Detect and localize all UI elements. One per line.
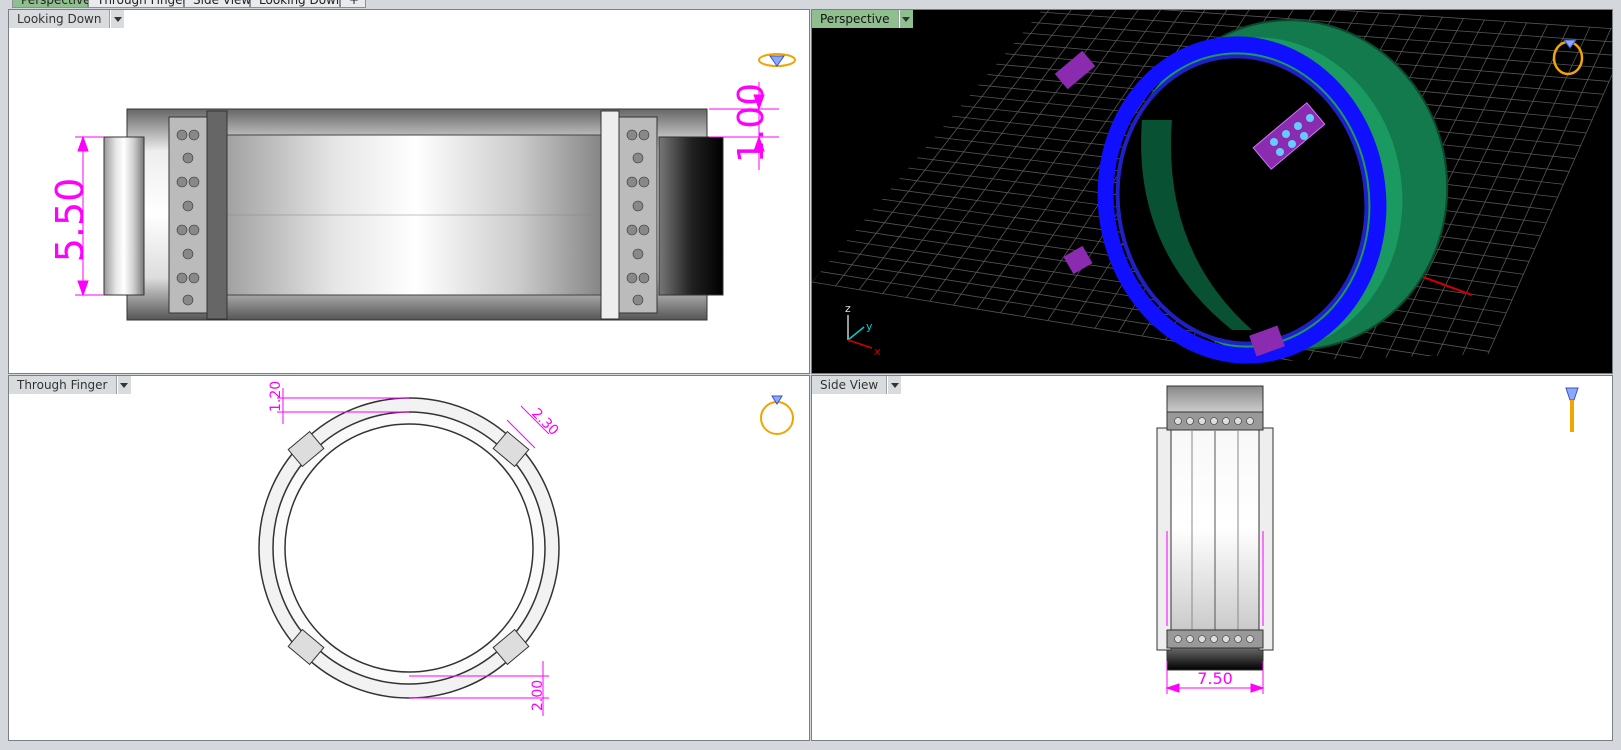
- ring-icon: [760, 395, 794, 435]
- dimension-7-50: 7.50: [1197, 669, 1233, 688]
- tab-through-finger[interactable]: Through Finger: [88, 0, 188, 8]
- ring-top-view: 5.50 1.00: [48, 53, 796, 321]
- viewport-looking-down[interactable]: Looking Down 5.50 1.00: [8, 9, 810, 374]
- svg-text:z: z: [845, 302, 851, 315]
- svg-text:x: x: [874, 345, 881, 358]
- ring-icon: [758, 53, 796, 67]
- viewport-perspective[interactable]: Perspective z y x: [811, 9, 1613, 374]
- viewport-side-view[interactable]: Side View 7.50: [811, 375, 1613, 741]
- dimension-5-50: 5.50: [48, 178, 92, 263]
- dimension-1-00: 1.00: [731, 83, 772, 163]
- tab-perspective[interactable]: Perspective: [12, 0, 91, 8]
- chevron-down-icon[interactable]: [116, 376, 131, 394]
- viewport-label-looking-down[interactable]: Looking Down: [9, 10, 125, 28]
- viewport-label-through-finger[interactable]: Through Finger: [9, 376, 131, 394]
- grid-line: [1448, 28, 1612, 373]
- grid-line: [1424, 26, 1591, 373]
- ring-front-view: 1.20 2.30 2.00: [258, 381, 794, 716]
- tab-add[interactable]: +: [340, 0, 366, 8]
- dimension-2-30: 2.30: [528, 406, 561, 439]
- svg-text:y: y: [866, 320, 873, 333]
- axis-triad-icon: z y x: [845, 302, 881, 358]
- ring-icon: [1552, 39, 1584, 76]
- viewport-tab-bar: Perspective Through Finger Side View Loo…: [0, 0, 1621, 9]
- viewport-label-perspective[interactable]: Perspective: [812, 10, 913, 28]
- ring-perspective-view: z y x: [812, 10, 1612, 373]
- dimension-2-00: 2.00: [530, 680, 546, 711]
- ring-icon: [1565, 387, 1579, 432]
- viewport-through-finger[interactable]: Through Finger 1.20 2.30 2.00: [8, 375, 810, 741]
- chevron-down-icon[interactable]: [110, 10, 125, 28]
- tab-side-view[interactable]: Side View: [184, 0, 251, 8]
- ring-side-view: 7.50: [1156, 385, 1579, 694]
- dimension-1-20: 1.20: [268, 381, 284, 412]
- tab-looking-down[interactable]: Looking Down: [250, 0, 343, 8]
- viewport-label-side-view[interactable]: Side View: [812, 376, 902, 394]
- chevron-down-icon[interactable]: [898, 10, 913, 28]
- chevron-down-icon[interactable]: [887, 376, 902, 394]
